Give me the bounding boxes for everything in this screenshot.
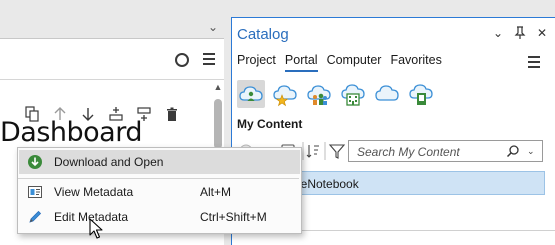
groups-cloud-people-icon[interactable]: [305, 80, 333, 108]
view-metadata-icon: [27, 184, 43, 200]
tab-list-chevron-down-icon[interactable]: ⌄: [205, 20, 221, 34]
catalog-menu-icon[interactable]: [528, 56, 540, 68]
search-options-chevron-down-icon[interactable]: ⌄: [527, 144, 539, 158]
scroll-up-arrow-icon[interactable]: ▲: [212, 81, 224, 93]
favorites-cloud-star-icon[interactable]: [271, 80, 299, 108]
kernel-status-icon[interactable]: [175, 53, 189, 67]
vertical-scrollbar-thumb[interactable]: [214, 99, 222, 149]
menu-item-label: View Metadata: [54, 185, 134, 199]
menu-item-shortcut: Alt+M: [200, 185, 232, 199]
document-tab-bar: ⌄: [0, 0, 227, 38]
tab-favorites[interactable]: Favorites: [390, 53, 441, 70]
mouse-pointer-icon: [89, 218, 103, 240]
close-icon[interactable]: ✕: [536, 26, 548, 40]
search-icon[interactable]: [506, 144, 520, 158]
catalog-tab-strip: Project Portal Computer Favorites: [237, 53, 442, 72]
pane-controls: ⌄ ✕: [492, 26, 548, 40]
application-window: ⌄ ▲ Dashboard Catalog ⌄ ✕ Project Portal…: [0, 0, 555, 245]
menu-item-label: Download and Open: [54, 155, 164, 169]
living-atlas-cloud-book-icon[interactable]: [407, 80, 435, 108]
menu-item-view-metadata[interactable]: View Metadata Alt+M: [19, 180, 300, 204]
edit-pencil-icon: [27, 209, 43, 225]
menu-item-download-and-open[interactable]: Download and Open: [19, 150, 300, 174]
delete-cell-trash-icon[interactable]: [164, 106, 180, 122]
notebook-header-bar: [0, 39, 224, 80]
menu-separator: [18, 178, 299, 179]
search-input[interactable]: Search My Content ⌄: [348, 140, 543, 162]
pin-icon[interactable]: [514, 26, 526, 40]
portal-category-bar: [237, 78, 435, 110]
content-item-name: leNotebook: [298, 177, 359, 191]
my-content-cloud-user-icon[interactable]: [237, 80, 265, 108]
menu-item-edit-metadata[interactable]: Edit Metadata Ctrl+Shift+M: [19, 205, 300, 229]
search-placeholder: Search My Content: [357, 145, 460, 159]
tab-project[interactable]: Project: [237, 53, 276, 70]
organization-cloud-building-icon[interactable]: [339, 80, 367, 108]
catalog-title: Catalog: [237, 26, 289, 43]
pane-options-chevron-down-icon[interactable]: ⌄: [492, 26, 504, 40]
all-portal-cloud-icon[interactable]: [373, 80, 401, 108]
download-icon: [27, 154, 43, 170]
tab-computer[interactable]: Computer: [327, 53, 382, 70]
context-menu: Download and Open View Metadata Alt+M Ed…: [17, 147, 302, 234]
notebook-markdown-heading: Dashboard: [0, 117, 142, 148]
tab-portal[interactable]: Portal: [284, 53, 318, 72]
section-label: My Content: [237, 117, 303, 131]
menu-item-shortcut: Ctrl+Shift+M: [200, 210, 267, 224]
notebook-menu-icon[interactable]: [203, 53, 215, 65]
top-strip: [231, 0, 555, 12]
